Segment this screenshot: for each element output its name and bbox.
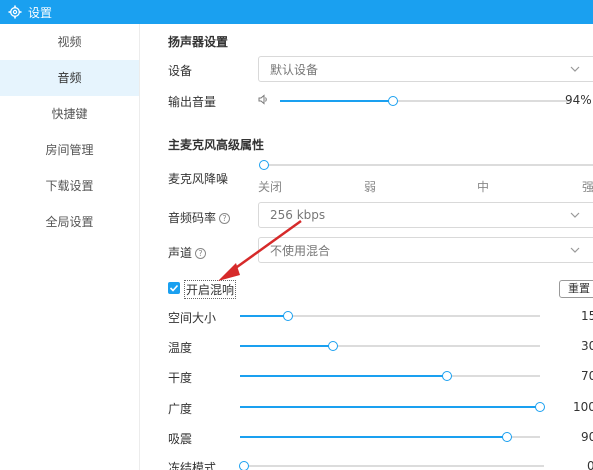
room-size-fill (240, 315, 288, 317)
bitrate-select[interactable]: 256 kbps (258, 202, 593, 228)
sidebar-item-download-settings[interactable]: 下载设置 (0, 168, 139, 204)
output-volume-label: 输出音量 (168, 95, 217, 109)
dryness-slider[interactable] (240, 371, 540, 381)
speaker-section-title: 扬声器设置 (168, 35, 229, 49)
room-size-value: 15 (581, 309, 593, 323)
width-fill (240, 406, 540, 408)
speaker-device-value: 默认设备 (270, 62, 319, 77)
dryness-fill (240, 375, 447, 377)
room-size-label: 空间大小 (168, 311, 217, 325)
output-volume-value: 94% (565, 93, 592, 107)
noise-level-medium: 中 (477, 180, 490, 194)
noise-reduction-slider[interactable] (259, 160, 593, 170)
enable-reverb-checkbox[interactable] (168, 282, 180, 294)
room-size-slider[interactable] (240, 311, 540, 321)
width-label: 广度 (168, 402, 193, 416)
noise-reduction-thumb[interactable] (259, 160, 269, 170)
device-label: 设备 (168, 64, 193, 78)
dryness-label: 干度 (168, 371, 193, 385)
width-thumb[interactable] (535, 402, 545, 412)
room-size-thumb[interactable] (283, 311, 293, 321)
sidebar-item-video[interactable]: 视频 (0, 24, 139, 60)
settings-gear-icon (8, 5, 22, 19)
damping-thumb[interactable] (502, 432, 512, 442)
title-bar: 设置 (0, 0, 593, 24)
damping-fill (240, 436, 507, 438)
freeze-mode-value: 0 (587, 459, 593, 470)
temperature-thumb[interactable] (328, 341, 338, 351)
damping-value: 90 (581, 430, 593, 444)
output-volume-thumb[interactable] (388, 96, 399, 106)
output-volume-fill (280, 100, 394, 102)
settings-sidebar: 视频 音频 快捷键 房间管理 下载设置 全局设置 (0, 24, 140, 470)
noise-level-weak: 弱 (364, 180, 377, 194)
window-title: 设置 (28, 5, 53, 20)
noise-reduction-label: 麦克风降噪 (168, 172, 229, 186)
sidebar-item-global-settings[interactable]: 全局设置 (0, 204, 139, 240)
freeze-mode-label: 冻结模式 (168, 461, 217, 470)
damping-slider[interactable] (240, 432, 540, 442)
checkmark-icon (169, 284, 179, 292)
freeze-mode-thumb[interactable] (239, 461, 249, 470)
noise-level-strong: 强 (582, 180, 593, 194)
bitrate-label-text: 音频码率 (168, 211, 217, 225)
channel-value: 不使用混合 (270, 243, 331, 258)
width-slider[interactable] (240, 402, 545, 412)
output-volume-slider[interactable] (280, 96, 570, 106)
channel-label: 声道? (168, 244, 207, 261)
noise-level-off: 关闭 (258, 180, 283, 194)
channel-label-text: 声道 (168, 246, 193, 260)
dryness-value: 70 (581, 369, 593, 383)
speaker-device-select[interactable]: 默认设备 (258, 56, 593, 82)
speaker-icon (258, 94, 267, 105)
reset-button[interactable]: 重置 (559, 280, 593, 298)
bitrate-value: 256 kbps (270, 208, 326, 222)
chevron-down-icon (570, 66, 580, 72)
freeze-mode-slider[interactable] (239, 461, 544, 470)
chevron-down-icon (570, 212, 580, 218)
bitrate-label: 音频码率? (168, 209, 231, 226)
enable-reverb-label[interactable]: 开启混响 (184, 280, 237, 299)
sidebar-item-audio[interactable]: 音频 (0, 60, 139, 96)
mic-section-title: 主麦克风高级属性 (168, 138, 265, 152)
damping-label: 吸震 (168, 432, 193, 446)
channel-select[interactable]: 不使用混合 (258, 237, 593, 263)
info-icon[interactable]: ? (219, 213, 231, 224)
temperature-label: 温度 (168, 341, 193, 355)
temperature-fill (240, 345, 333, 347)
sidebar-item-shortcuts[interactable]: 快捷键 (0, 96, 139, 132)
width-value: 100 (573, 400, 593, 414)
dryness-thumb[interactable] (442, 371, 452, 381)
sidebar-item-room-management[interactable]: 房间管理 (0, 132, 139, 168)
temperature-slider[interactable] (240, 341, 540, 351)
chevron-down-icon (570, 247, 580, 253)
info-icon[interactable]: ? (195, 248, 207, 259)
temperature-value: 30 (581, 339, 593, 353)
audio-settings-panel: 扬声器设置 设备 默认设备 输出音量 94% 主麦克风高级属性 麦克风降噪 关闭… (141, 24, 593, 470)
